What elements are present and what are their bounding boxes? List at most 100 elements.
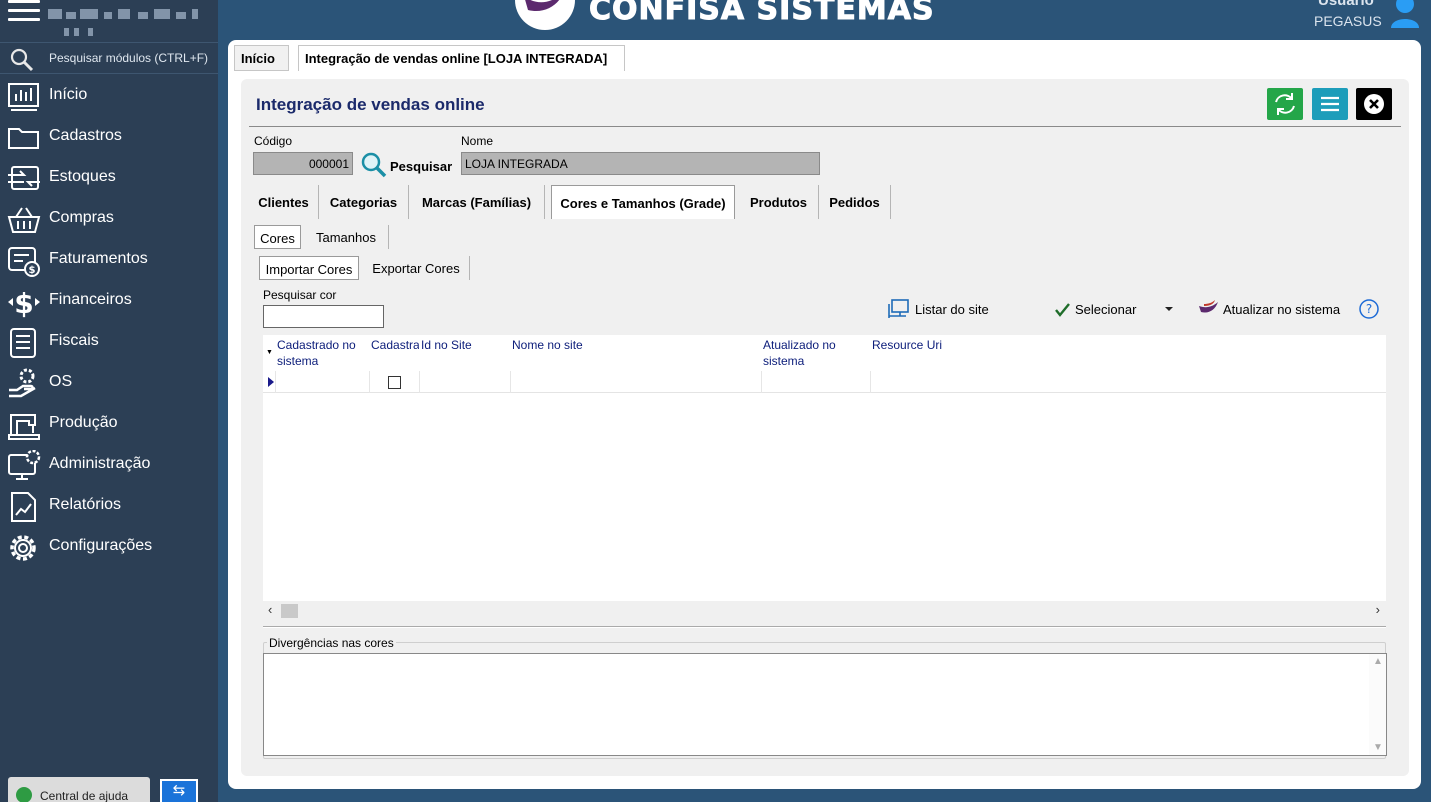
sidebar-item-producao[interactable]: Produção xyxy=(0,406,218,444)
list-icon xyxy=(10,328,36,358)
col-nome-site[interactable]: Nome no site xyxy=(512,337,752,353)
scroll-down-icon[interactable]: ▼ xyxy=(1373,742,1383,753)
sidebar-item-cadastros[interactable]: Cadastros xyxy=(0,119,218,157)
sidebar-item-label: OS xyxy=(49,373,73,390)
menu-icon xyxy=(1321,96,1339,112)
scroll-up-icon[interactable]: ▲ xyxy=(1373,656,1383,667)
sidebar-toggle-button[interactable]: ⇆ xyxy=(160,779,198,802)
help-circle-icon: ? xyxy=(1359,299,1379,319)
close-icon xyxy=(1364,94,1384,114)
invoice-icon: $ xyxy=(8,247,40,277)
checkmark-icon xyxy=(1055,303,1070,317)
tab-tamanhos[interactable]: Tamanhos xyxy=(304,225,389,249)
row-checkbox[interactable] xyxy=(388,376,401,389)
svg-text:$: $ xyxy=(14,287,33,318)
sidebar-item-label: Produção xyxy=(49,414,118,431)
grid-divider xyxy=(761,371,762,393)
status-strip xyxy=(218,792,1431,802)
sidebar: Pesquisar módulos (CTRL+F) Início Cadast… xyxy=(0,0,218,802)
nome-field[interactable]: LOJA INTEGRADA xyxy=(461,152,820,175)
horizontal-scrollbar[interactable]: ‹ › xyxy=(263,601,1386,621)
grid-divider xyxy=(419,371,420,393)
sidebar-item-inicio[interactable]: Início xyxy=(0,78,218,116)
col-resource-uri[interactable]: Resource Uri xyxy=(872,337,1072,353)
help-button[interactable]: ? xyxy=(1358,298,1380,320)
tab-marcas[interactable]: Marcas (Famílias) xyxy=(409,185,545,219)
atualizar-no-sistema-button[interactable]: Atualizar no sistema xyxy=(1198,298,1344,320)
sidebar-item-relatorios[interactable]: Relatórios xyxy=(0,488,218,526)
tab-exportar-cores[interactable]: Exportar Cores xyxy=(363,256,470,280)
svg-text:?: ? xyxy=(1366,302,1372,316)
scroll-right-icon[interactable]: › xyxy=(1376,602,1380,617)
cores-grid[interactable]: ▼ Cadastrado no sistema Cadastra Id no S… xyxy=(263,335,1386,621)
tab-pedidos[interactable]: Pedidos xyxy=(819,185,891,219)
sidebar-item-os[interactable]: OS xyxy=(0,365,218,403)
sidebar-item-financeiros[interactable]: $ Financeiros xyxy=(0,283,218,321)
sidebar-item-label: Configurações xyxy=(49,537,153,554)
main-panel: Início Integração de vendas online [LOJA… xyxy=(228,40,1421,789)
chevron-down-icon xyxy=(1165,307,1173,311)
user-avatar-icon[interactable] xyxy=(1389,0,1421,30)
divergencias-label: Divergências nas cores xyxy=(267,636,396,650)
tab-cores[interactable]: Cores xyxy=(254,225,301,249)
hamburger-menu-icon[interactable] xyxy=(8,0,40,22)
user-name: PEGASUS xyxy=(1314,13,1382,29)
options-menu-button[interactable] xyxy=(1312,88,1348,120)
sidebar-item-label: Cadastros xyxy=(49,127,122,144)
tab-clientes[interactable]: Clientes xyxy=(249,185,319,219)
module-search[interactable]: Pesquisar módulos (CTRL+F) xyxy=(0,42,218,74)
brand-title: CONFISA SISTEMAS xyxy=(589,0,935,28)
close-button[interactable] xyxy=(1356,88,1392,120)
grid-divider xyxy=(510,371,511,393)
selecionar-label: Selecionar xyxy=(1075,302,1137,317)
grid-divider xyxy=(275,371,276,393)
col-atualizado[interactable]: Atualizado no sistema xyxy=(763,337,863,369)
refresh-icon xyxy=(1275,93,1295,115)
sidebar-item-configuracoes[interactable]: Configurações xyxy=(0,529,218,567)
tab-categorias[interactable]: Categorias xyxy=(319,185,409,219)
col-cadastra[interactable]: Cadastra xyxy=(371,337,419,353)
listar-do-site-button[interactable]: Listar do site xyxy=(886,298,996,320)
table-row[interactable] xyxy=(263,371,1386,393)
module-search-placeholder: Pesquisar módulos (CTRL+F) xyxy=(49,51,209,65)
refresh-button[interactable] xyxy=(1267,88,1303,120)
svg-text:$: $ xyxy=(29,265,36,276)
grid-divider xyxy=(870,371,871,393)
selecionar-dropdown[interactable] xyxy=(1163,298,1177,320)
network-computer-icon xyxy=(888,299,909,318)
sidebar-item-label: Administração xyxy=(49,455,151,472)
selecionar-button[interactable]: Selecionar xyxy=(1054,298,1144,320)
row-indicator-icon xyxy=(268,377,274,387)
monitor-gear-icon xyxy=(8,450,41,480)
codigo-field[interactable]: 000001 xyxy=(253,152,353,175)
tab-importar-cores[interactable]: Importar Cores xyxy=(259,256,359,280)
scroll-left-icon[interactable]: ‹ xyxy=(268,602,272,617)
divergencias-memo[interactable]: ▲ ▼ xyxy=(263,653,1387,756)
pesquisar-label: Pesquisar xyxy=(390,159,453,174)
sidebar-item-estoques[interactable]: Estoques xyxy=(0,160,218,198)
scroll-thumb[interactable] xyxy=(281,604,298,618)
gear-icon xyxy=(10,535,36,561)
integration-form: Integração de vendas online Código 00000… xyxy=(241,79,1409,776)
pesquisar-cor-input[interactable] xyxy=(263,305,384,328)
tab-cores-tamanhos[interactable]: Cores e Tamanhos (Grade) xyxy=(551,185,735,219)
help-center-label: Central de ajuda xyxy=(40,789,129,802)
listar-label: Listar do site xyxy=(915,302,989,317)
splitter[interactable] xyxy=(263,626,1386,628)
tab-inicio[interactable]: Início xyxy=(234,45,289,71)
sidebar-item-fiscais[interactable]: Fiscais xyxy=(0,324,218,362)
help-center-button[interactable]: Central de ajuda xyxy=(8,777,150,802)
service-hand-icon xyxy=(9,368,36,398)
tab-produtos[interactable]: Produtos xyxy=(739,185,819,219)
tab-integracao[interactable]: Integração de vendas online [LOJA INTEGR… xyxy=(298,45,625,71)
pegasus-icon xyxy=(1199,300,1218,313)
col-cadastrado[interactable]: Cadastrado no sistema xyxy=(277,337,367,369)
folder-icon xyxy=(8,128,39,149)
title-divider xyxy=(249,126,1401,127)
sidebar-item-administracao[interactable]: Administração xyxy=(0,447,218,485)
col-id-site[interactable]: Id no Site xyxy=(421,337,507,353)
sidebar-item-faturamentos[interactable]: $ Faturamentos xyxy=(0,242,218,280)
vertical-scrollbar[interactable]: ▲ ▼ xyxy=(1369,654,1386,755)
basket-icon xyxy=(7,207,41,233)
sidebar-item-compras[interactable]: Compras xyxy=(0,201,218,239)
